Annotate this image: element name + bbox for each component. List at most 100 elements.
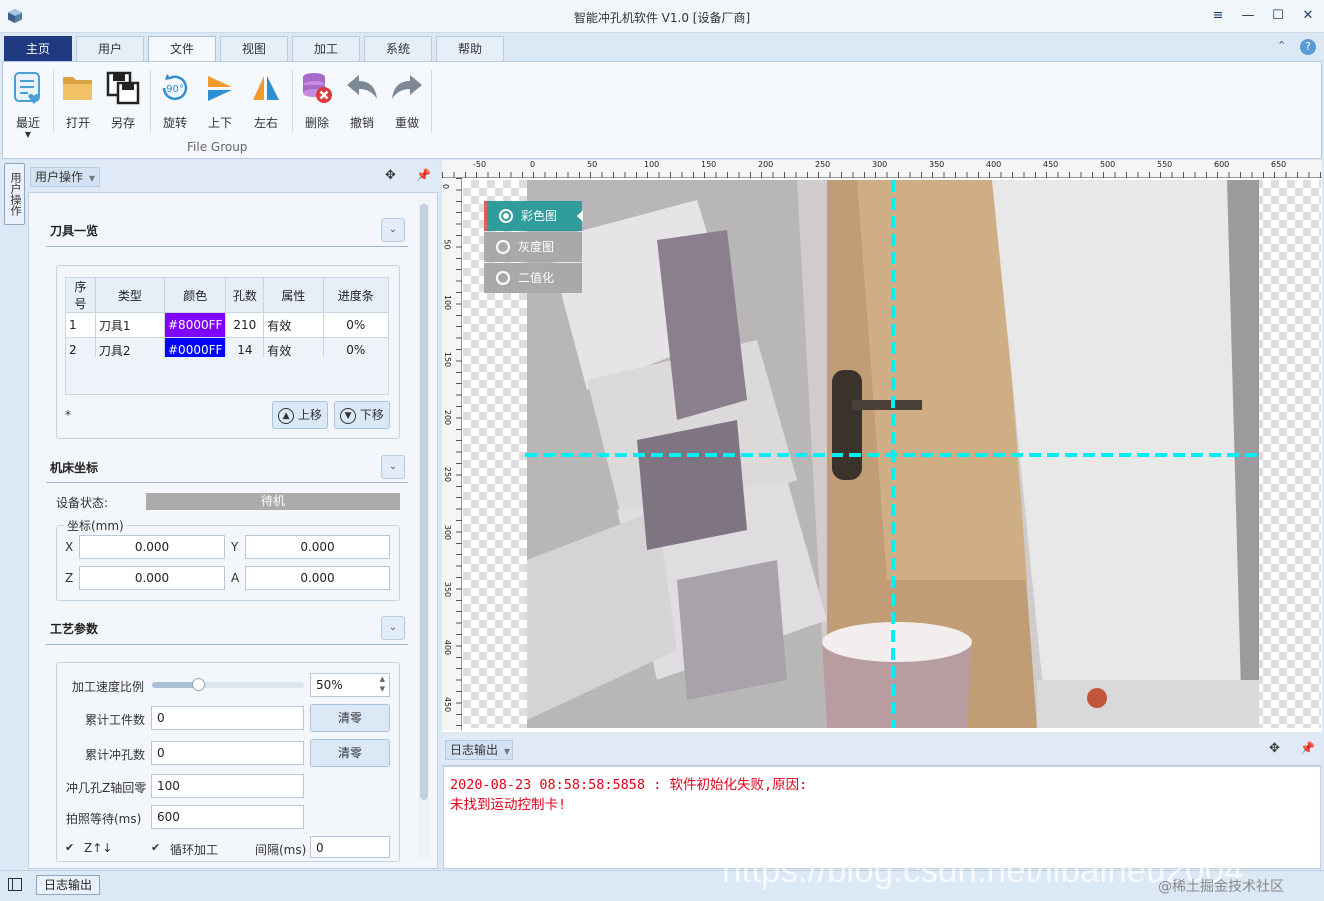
workpiece-count-field[interactable]: 0 [151, 706, 304, 730]
arrow-down-icon: ▼ [340, 407, 357, 424]
view-mode-color[interactable]: 彩色图 [484, 201, 583, 231]
punch-count-field[interactable]: 0 [151, 741, 304, 765]
tool-color-swatch[interactable]: #8000FF [163, 312, 227, 338]
log-tab-label: 日志输出 [450, 743, 499, 757]
side-tab-user-ops[interactable]: 用户操作 [4, 163, 25, 225]
ruler-tick-label: 0 [530, 160, 536, 169]
arrow-up-icon: ▲ [278, 407, 295, 424]
save-as-icon [106, 71, 140, 105]
axis-z-field[interactable]: 0.000 [79, 566, 225, 590]
workpiece-count-label: 累计工件数 [85, 713, 146, 727]
speed-value: 50% [316, 678, 343, 692]
tab-help[interactable]: 帮助 [436, 36, 504, 61]
interval-label: 间隔(ms) [255, 843, 307, 857]
collapse-ribbon-icon[interactable]: ⌃ [1277, 39, 1286, 52]
tab-system[interactable]: 系统 [364, 36, 432, 61]
help-icon[interactable]: ? [1300, 39, 1316, 55]
undo-icon [347, 75, 377, 99]
speed-spinbox[interactable]: 50% ▲ ▼ [310, 673, 390, 697]
flip-vertical-button[interactable]: 上下 [197, 68, 243, 131]
menu-button[interactable]: ≡ [1206, 6, 1230, 26]
loop-process-checkbox[interactable]: ✔ [151, 842, 163, 854]
delete-button[interactable]: 删除 [294, 68, 340, 131]
speed-ratio-label: 加工速度比例 [72, 680, 145, 694]
flip-horizontal-button[interactable]: 左右 [243, 68, 289, 131]
rotate-label: 旋转 [162, 116, 187, 130]
ribbon: 最近 ▼ 打开 另存 90° 旋转 上下 左右 删除 撤销 重做 File Gr… [2, 61, 1322, 159]
view-mode-gray[interactable]: 灰度图 [484, 232, 582, 262]
tools-section-title: 刀具一览 [50, 224, 99, 238]
left-panel-scrollbar-thumb[interactable] [420, 204, 428, 800]
device-status-label: 设备状态: [56, 496, 109, 510]
tab-process[interactable]: 加工 [292, 36, 360, 61]
vertical-ruler: 0 50 100 150 200 250 300 350 400 450 [441, 178, 462, 730]
z-return-field[interactable]: 100 [151, 774, 304, 798]
pin-icon[interactable]: 📌 [1300, 741, 1315, 755]
move-up-button[interactable]: ▲ 上移 [272, 401, 328, 429]
dropdown-arrow-icon: ▼ [88, 174, 95, 183]
interval-field[interactable]: 0 [310, 836, 390, 858]
maximize-button[interactable]: ☐ [1266, 6, 1290, 26]
minimize-button[interactable]: — [1236, 6, 1260, 26]
rotate-button[interactable]: 90° 旋转 [152, 68, 198, 131]
tab-view[interactable]: 视图 [220, 36, 288, 61]
flip-vertical-label: 上下 [207, 116, 232, 130]
ruler-tick-label: 600 [1214, 160, 1230, 169]
ruler-tick-label: 400 [986, 160, 1002, 169]
recent-button[interactable]: 最近 ▼ [5, 68, 51, 139]
redo-button[interactable]: 重做 [384, 68, 430, 131]
axis-x-field[interactable]: 0.000 [79, 535, 225, 559]
ruler-tick-label: -50 [473, 160, 487, 169]
ruler-tick-label: 0 [441, 183, 451, 190]
speed-slider-fill [152, 682, 198, 688]
log-panel-tab[interactable]: 日志输出 ▼ [445, 740, 513, 760]
machine-section-title: 机床坐标 [50, 461, 99, 475]
move-down-label: 下移 [359, 408, 384, 422]
process-collapse-button[interactable]: ⌄ [381, 616, 405, 640]
database-delete-icon [303, 73, 332, 103]
user-ops-panel-tab[interactable]: 用户操作 ▼ [30, 167, 100, 187]
tab-home[interactable]: 主页 [4, 36, 72, 61]
spin-arrows-icon[interactable]: ▲ ▼ [380, 674, 385, 694]
clear-punch-button[interactable]: 清零 [310, 739, 390, 767]
view-mode-binary[interactable]: 二值化 [484, 263, 582, 293]
radio-icon [496, 240, 510, 254]
open-button[interactable]: 打开 [55, 68, 101, 131]
move-panel-icon[interactable]: ✥ [1269, 741, 1280, 756]
speed-slider-thumb[interactable] [191, 678, 205, 691]
ruler-tick-label: 50 [587, 160, 598, 169]
photo-wait-field[interactable]: 600 [151, 805, 304, 829]
progress-cell: 0% [322, 312, 390, 338]
view-mode-label: 彩色图 [521, 209, 558, 223]
close-button[interactable]: ✕ [1296, 6, 1320, 26]
axis-y-field[interactable]: 0.000 [245, 535, 390, 559]
radio-selected-icon [499, 209, 513, 223]
move-panel-icon[interactable]: ✥ [385, 168, 396, 183]
dropdown-arrow-icon: ▼ [24, 130, 32, 139]
tab-file[interactable]: 文件 [148, 36, 216, 61]
move-down-button[interactable]: ▼ 下移 [334, 401, 390, 429]
ruler-tick-label: 400 [443, 639, 453, 656]
pin-icon[interactable]: 📌 [416, 168, 431, 182]
speed-slider[interactable] [152, 678, 304, 691]
clear-workpiece-button[interactable]: 清零 [310, 704, 390, 732]
machine-collapse-button[interactable]: ⌄ [381, 455, 405, 479]
log-output-button[interactable]: 日志输出 [36, 875, 100, 895]
undo-button[interactable]: 撤销 [339, 68, 385, 131]
tab-user[interactable]: 用户 [76, 36, 144, 61]
table-row[interactable]: 1 刀具1 #8000FF 210 有效 0% [65, 312, 390, 338]
panel-toggle-icon[interactable] [8, 878, 22, 891]
tools-collapse-button[interactable]: ⌄ [381, 218, 405, 242]
table-cell: 1 [65, 312, 96, 338]
window-title: 智能冲孔机软件 V1.0 [设备厂商] [573, 11, 751, 25]
save-as-button[interactable]: 另存 [100, 68, 146, 131]
column-header: 序号 [65, 277, 96, 313]
menu-tab-bar: 主页 用户 文件 视图 加工 系统 帮助 ⌃ ? [0, 33, 1324, 61]
z-updown-checkbox[interactable]: ✔ [65, 842, 77, 854]
ruler-tick-label: 250 [815, 160, 831, 169]
axis-a-field[interactable]: 0.000 [245, 566, 390, 590]
ruler-tick-label: 200 [443, 409, 453, 426]
axis-z-label: Z [65, 571, 74, 585]
section-divider [46, 482, 408, 483]
z-return-label: 冲几孔Z轴回零 [66, 781, 147, 795]
